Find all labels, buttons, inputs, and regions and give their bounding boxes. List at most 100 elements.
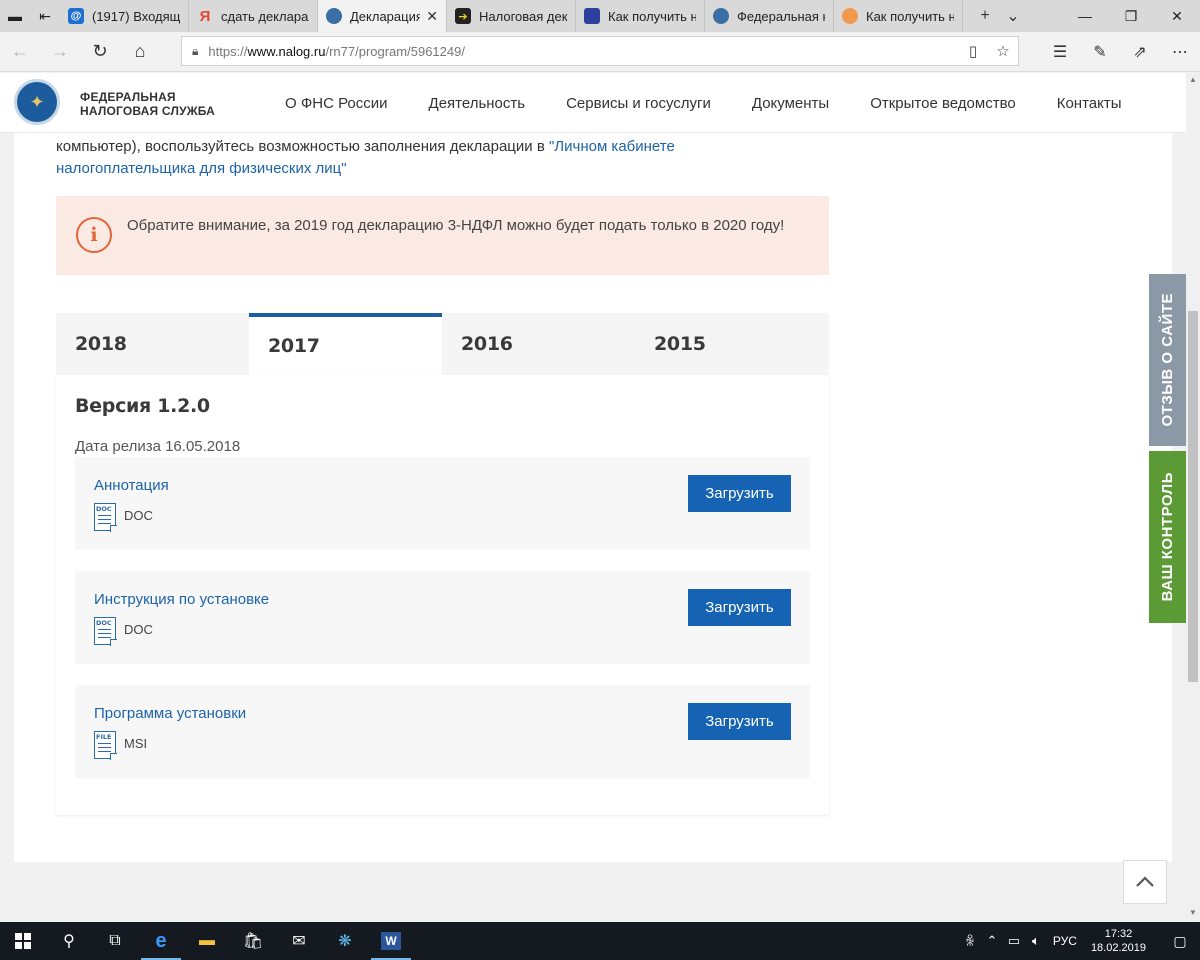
download-button[interactable]: Загрузить	[688, 589, 791, 626]
clock-time: 17:32	[1104, 928, 1133, 940]
people-icon[interactable]: ꆜ	[959, 933, 981, 950]
search-icon[interactable]: ⚲	[46, 922, 92, 960]
system-tray: ꆜ ⌃ ▭ 🔈︎ РУС 17:32 18.02.2019 ▢	[959, 922, 1200, 960]
generic-file-icon: FILE	[94, 731, 117, 760]
file-type: MSI	[124, 736, 148, 751]
chevron-down-icon[interactable]: ⌄	[999, 6, 1027, 26]
close-tab-icon[interactable]: ✕	[426, 8, 438, 25]
nav-services[interactable]: Сервисы и госуслуги	[566, 95, 711, 112]
fns-logo-icon[interactable]: ✦	[14, 79, 60, 125]
feedback-side-tab[interactable]: ОТЗЫВ О САЙТЕ	[1149, 274, 1186, 446]
file-row: Инструкция по установке DOC DOC Загрузит…	[75, 571, 810, 664]
window-menu-icon[interactable]: ▬	[0, 0, 30, 32]
tab-2015[interactable]: 2015	[635, 313, 828, 375]
address-toolbar: ← → ↻ ⌂ 🔒︎ https:// www.nalog.ru /rn77/p…	[0, 32, 1200, 72]
nav-open-agency[interactable]: Открытое ведомство	[870, 95, 1016, 112]
doc-file-icon: DOC	[94, 617, 117, 646]
scroll-to-top-button[interactable]	[1123, 860, 1167, 904]
release-date: Дата релиза 16.05.2018	[75, 438, 241, 455]
notice-text: Обратите внимание, за 2019 год деклараци…	[127, 217, 785, 234]
browser-tab-active[interactable]: Декларация ✕	[318, 0, 447, 32]
tab-preview-icon[interactable]: ⇤	[30, 0, 60, 32]
nalog-icon	[713, 8, 729, 24]
tab-title: Как получить на	[866, 8, 954, 24]
intro-paragraph: компьютер), воспользуйтесь возможностью …	[56, 136, 776, 180]
tab-title: Налоговая декл	[479, 8, 567, 24]
close-window-icon[interactable]: ✕	[1154, 0, 1200, 32]
pen-icon[interactable]: ✎	[1080, 42, 1120, 62]
page-content: компьютер), воспользуйтесь возможностью …	[14, 73, 1172, 862]
tab-2016[interactable]: 2016	[442, 313, 635, 375]
reading-view-icon[interactable]: ▯	[958, 42, 988, 60]
logo-line-1: ФЕДЕРАЛЬНАЯ	[80, 90, 176, 104]
speaker-icon[interactable]: 🔈︎	[1025, 933, 1047, 949]
browser-tab[interactable]: ➔ Налоговая декл	[447, 0, 576, 32]
tab-2017[interactable]: 2017	[249, 313, 442, 375]
clock[interactable]: 17:32 18.02.2019	[1091, 927, 1146, 955]
feedback-label: ОТЗЫВ О САЙТЕ	[1159, 293, 1176, 427]
cat-icon	[842, 8, 858, 24]
scroll-up-icon[interactable]: ▲	[1186, 75, 1200, 87]
file-explorer-icon[interactable]: ▬	[184, 922, 230, 960]
store-icon[interactable]: 🛍︎	[230, 922, 276, 960]
mail-app-icon[interactable]: ✉	[276, 922, 322, 960]
file-link[interactable]: Аннотация	[94, 477, 169, 494]
app-icon[interactable]: ❋	[322, 922, 368, 960]
url-path: /rn77/program/5961249/	[325, 43, 465, 59]
minimize-icon[interactable]: —	[1062, 0, 1108, 32]
forward-icon[interactable]: →	[40, 41, 80, 62]
mail-icon: @	[68, 8, 84, 24]
address-input[interactable]: 🔒︎ https:// www.nalog.ru /rn77/program/5…	[181, 36, 1019, 66]
scrollbar-thumb[interactable]	[1188, 311, 1198, 682]
share-icon[interactable]: ⇗	[1120, 42, 1160, 62]
browser-tab[interactable]: Как получить на	[576, 0, 705, 32]
release-panel: Версия 1.2.0 Дата релиза 16.05.2018 Анно…	[56, 375, 829, 815]
restore-icon[interactable]: ❐	[1108, 0, 1154, 32]
nalog-icon	[326, 8, 342, 24]
back-icon[interactable]: ←	[0, 41, 40, 62]
file-type: DOC	[124, 508, 153, 523]
yandex-icon: Я	[199, 7, 211, 25]
your-control-side-tab[interactable]: ВАШ КОНТРОЛЬ	[1149, 451, 1186, 623]
network-icon[interactable]: ▭	[1003, 933, 1025, 949]
new-tab-icon[interactable]: +	[971, 7, 999, 25]
file-row: Аннотация DOC DOC Загрузить	[75, 457, 810, 550]
task-view-icon[interactable]: ⧉	[92, 922, 138, 960]
edge-icon[interactable]: e	[138, 922, 184, 960]
file-icon-label: FILE	[96, 733, 112, 741]
scroll-down-icon[interactable]: ▼	[1186, 908, 1200, 920]
url-scheme: https://	[208, 43, 248, 59]
favorites-hub-icon[interactable]: ☰	[1040, 42, 1080, 62]
browser-tab[interactable]: @ (1917) Входящие	[60, 0, 189, 32]
nav-activity[interactable]: Деятельность	[429, 95, 526, 112]
nav-documents[interactable]: Документы	[752, 95, 829, 112]
notification-icon[interactable]: ▢	[1160, 933, 1200, 950]
refresh-icon[interactable]: ↻	[80, 41, 120, 62]
browser-tab[interactable]: Как получить на	[834, 0, 963, 32]
start-icon[interactable]	[0, 922, 46, 960]
year-tabs: 2018 2017 2016 2015	[56, 313, 829, 375]
download-button[interactable]: Загрузить	[688, 703, 791, 740]
nav-contacts[interactable]: Контакты	[1057, 95, 1122, 112]
page-scrollbar[interactable]: ▲ ▼	[1186, 73, 1200, 922]
browser-tab[interactable]: Федеральная на	[705, 0, 834, 32]
favorite-star-icon[interactable]: ☆	[988, 42, 1018, 60]
chevron-up-tray-icon[interactable]: ⌃	[981, 933, 1003, 949]
version-title: Версия 1.2.0	[75, 395, 210, 417]
more-icon[interactable]: ⋯	[1160, 42, 1200, 62]
notice-banner: i Обратите внимание, за 2019 год деклара…	[56, 196, 829, 275]
clock-date: 18.02.2019	[1090, 942, 1146, 954]
nav-about[interactable]: О ФНС России	[285, 95, 388, 112]
word-icon[interactable]: W	[368, 922, 414, 960]
page-viewport: компьютер), воспользуйтесь возможностью …	[0, 73, 1186, 922]
download-button[interactable]: Загрузить	[688, 475, 791, 512]
site-header: ✦ ФЕДЕРАЛЬНАЯ НАЛОГОВАЯ СЛУЖБА О ФНС Рос…	[0, 73, 1186, 133]
site-logo-text[interactable]: ФЕДЕРАЛЬНАЯ НАЛОГОВАЯ СЛУЖБА	[80, 90, 215, 118]
language-indicator[interactable]: РУС	[1053, 934, 1077, 948]
file-link[interactable]: Программа установки	[94, 705, 246, 722]
home-icon[interactable]: ⌂	[120, 41, 160, 62]
file-link[interactable]: Инструкция по установке	[94, 591, 269, 608]
tab-2018[interactable]: 2018	[56, 313, 249, 375]
browser-tab[interactable]: Я сдать декларацию	[189, 0, 318, 32]
site-icon	[584, 8, 600, 24]
